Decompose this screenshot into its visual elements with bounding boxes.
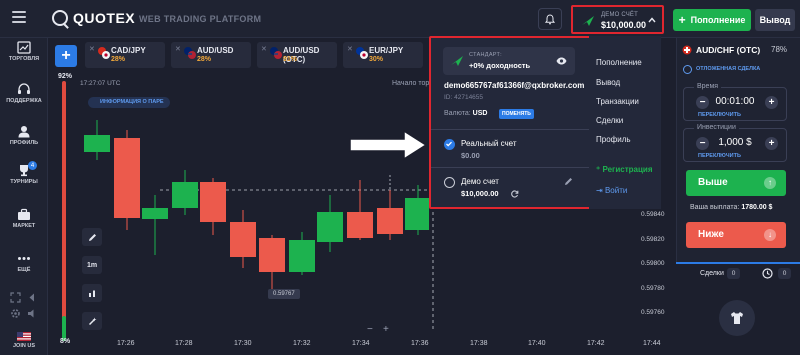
change-currency-button[interactable]: ПОМЕНЯТЬ: [499, 109, 534, 119]
candle: [289, 240, 315, 272]
pencil-icon: [88, 233, 96, 241]
account-level-card[interactable]: СТАНДАРТ: +0% доходность: [443, 47, 575, 75]
real-account-balance: $0.00: [461, 151, 480, 160]
timeframe-button[interactable]: 1m: [82, 256, 102, 274]
time-plus-button[interactable]: +: [765, 96, 778, 109]
empty-trades-illustration: [719, 300, 755, 336]
chart-type-button[interactable]: [82, 284, 102, 302]
real-account-option[interactable]: Реальный счет $0.00: [431, 129, 589, 167]
x-axis-label: 17:42: [587, 340, 605, 347]
y-axis-label: 0.59760: [641, 309, 665, 316]
account-id: ID: 42714655: [444, 94, 484, 101]
x-axis-label: 17:44: [643, 340, 661, 347]
candle: [200, 182, 226, 222]
login-link[interactable]: ⇥ Войти: [596, 186, 627, 195]
time-switch-link[interactable]: ПЕРЕКЛЮЧИТЬ: [698, 112, 741, 118]
refresh-icon[interactable]: [511, 190, 519, 198]
currency-info: Валюта: USD: [444, 110, 487, 117]
menu-withdraw[interactable]: Вывод: [596, 78, 620, 87]
indicators-button[interactable]: [82, 312, 102, 330]
trades-tab[interactable]: Сделки: [700, 270, 724, 277]
candle: [259, 238, 285, 272]
login-label: Войти: [604, 186, 628, 195]
candle: [347, 212, 373, 238]
account-yield: +0% доходность: [469, 61, 531, 70]
pending-trade-label[interactable]: ОТЛОЖЕННАЯ СДЕЛКА: [696, 66, 760, 72]
radio-empty-icon: [444, 177, 455, 188]
candle: [377, 208, 403, 234]
selected-pair[interactable]: AUD/CHF (OTC): [696, 45, 760, 55]
login-icon: ⇥: [596, 186, 603, 195]
investment-switch-link[interactable]: ПЕРЕКЛЮЧИТЬ: [698, 153, 741, 159]
register-link[interactable]: ⁺ Регистрация: [596, 165, 653, 174]
y-axis-label: 0.59800: [641, 260, 665, 267]
eye-icon[interactable]: [556, 57, 567, 65]
candle: [317, 212, 343, 242]
pending-count: 0: [778, 268, 791, 279]
lower-label: Ниже: [698, 229, 724, 240]
pair-flag-icon: [682, 45, 692, 55]
candle: [142, 208, 168, 219]
x-axis-label: 17:38: [470, 340, 488, 347]
lower-button[interactable]: Ниже ↓: [686, 222, 786, 248]
selected-pair-pct: 78%: [771, 45, 788, 54]
arrow-up-icon: ↑: [764, 177, 776, 189]
investment-label: Инвестиции: [694, 124, 739, 131]
y-axis-label: 0.59820: [641, 236, 665, 243]
x-axis-label: 17:28: [175, 340, 193, 347]
menu-trades[interactable]: Сделки: [596, 116, 623, 125]
candle: [405, 198, 429, 230]
time-label: Время: [694, 83, 722, 90]
currency-value: USD: [472, 110, 488, 117]
arrow-down-icon: ↓: [764, 229, 776, 241]
higher-label: Выше: [698, 177, 728, 188]
real-account-name: Реальный счет: [461, 139, 517, 148]
menu-deposit[interactable]: Пополнение: [596, 58, 642, 67]
pending-trade-toggle[interactable]: [683, 65, 692, 74]
payout-label: Ваша выплата:: [690, 204, 740, 211]
menu-profile[interactable]: Профиль: [596, 135, 631, 144]
zoom-in-button[interactable]: +: [383, 324, 389, 335]
candle: [230, 222, 256, 257]
demo-account-option[interactable]: Демо счет $10,000.00: [431, 167, 589, 205]
candle: [114, 138, 140, 218]
clock-icon[interactable]: [762, 268, 773, 279]
bars-icon: [88, 290, 95, 297]
currency-label: Валюта:: [444, 110, 471, 117]
y-axis-label: 0.59840: [641, 211, 665, 218]
x-axis-label: 17:40: [528, 340, 546, 347]
zoom-out-button[interactable]: −: [367, 324, 373, 335]
edit-icon[interactable]: [564, 177, 573, 186]
x-axis-label: 17:34: [352, 340, 370, 347]
y-axis-label: 0.59780: [641, 285, 665, 292]
candle: [84, 135, 110, 152]
annotation-arrow-icon: [349, 129, 428, 161]
payout-value: 1780.00 $: [741, 204, 773, 211]
tshirt-icon: [731, 312, 743, 324]
trades-count: 0: [727, 268, 740, 279]
x-axis-label: 17:26: [117, 340, 135, 347]
demo-account-name: Демо счет: [461, 177, 499, 186]
x-axis-label: 17:32: [293, 340, 311, 347]
account-level: СТАНДАРТ:: [469, 52, 503, 58]
level-flag-icon: [451, 56, 463, 66]
higher-button[interactable]: Выше ↑: [686, 170, 786, 196]
x-axis-label: 17:36: [411, 340, 429, 347]
register-label: Регистрация: [602, 165, 653, 174]
price-marker: 0.59767: [268, 289, 300, 299]
radio-selected-icon: [444, 139, 455, 150]
wand-icon: [88, 317, 96, 325]
draw-tool-button[interactable]: [82, 228, 102, 246]
account-email: demo665767af61366f@qxbroker.com: [444, 81, 585, 90]
candle: [172, 182, 198, 208]
demo-account-balance: $10,000.00: [461, 189, 499, 198]
investment-plus-button[interactable]: +: [765, 137, 778, 150]
x-axis-label: 17:30: [234, 340, 252, 347]
user-plus-icon: ⁺: [596, 165, 601, 174]
payout-info: Ваша выплата: 1780.00 $: [690, 204, 772, 211]
menu-transactions[interactable]: Транзакции: [596, 97, 639, 106]
